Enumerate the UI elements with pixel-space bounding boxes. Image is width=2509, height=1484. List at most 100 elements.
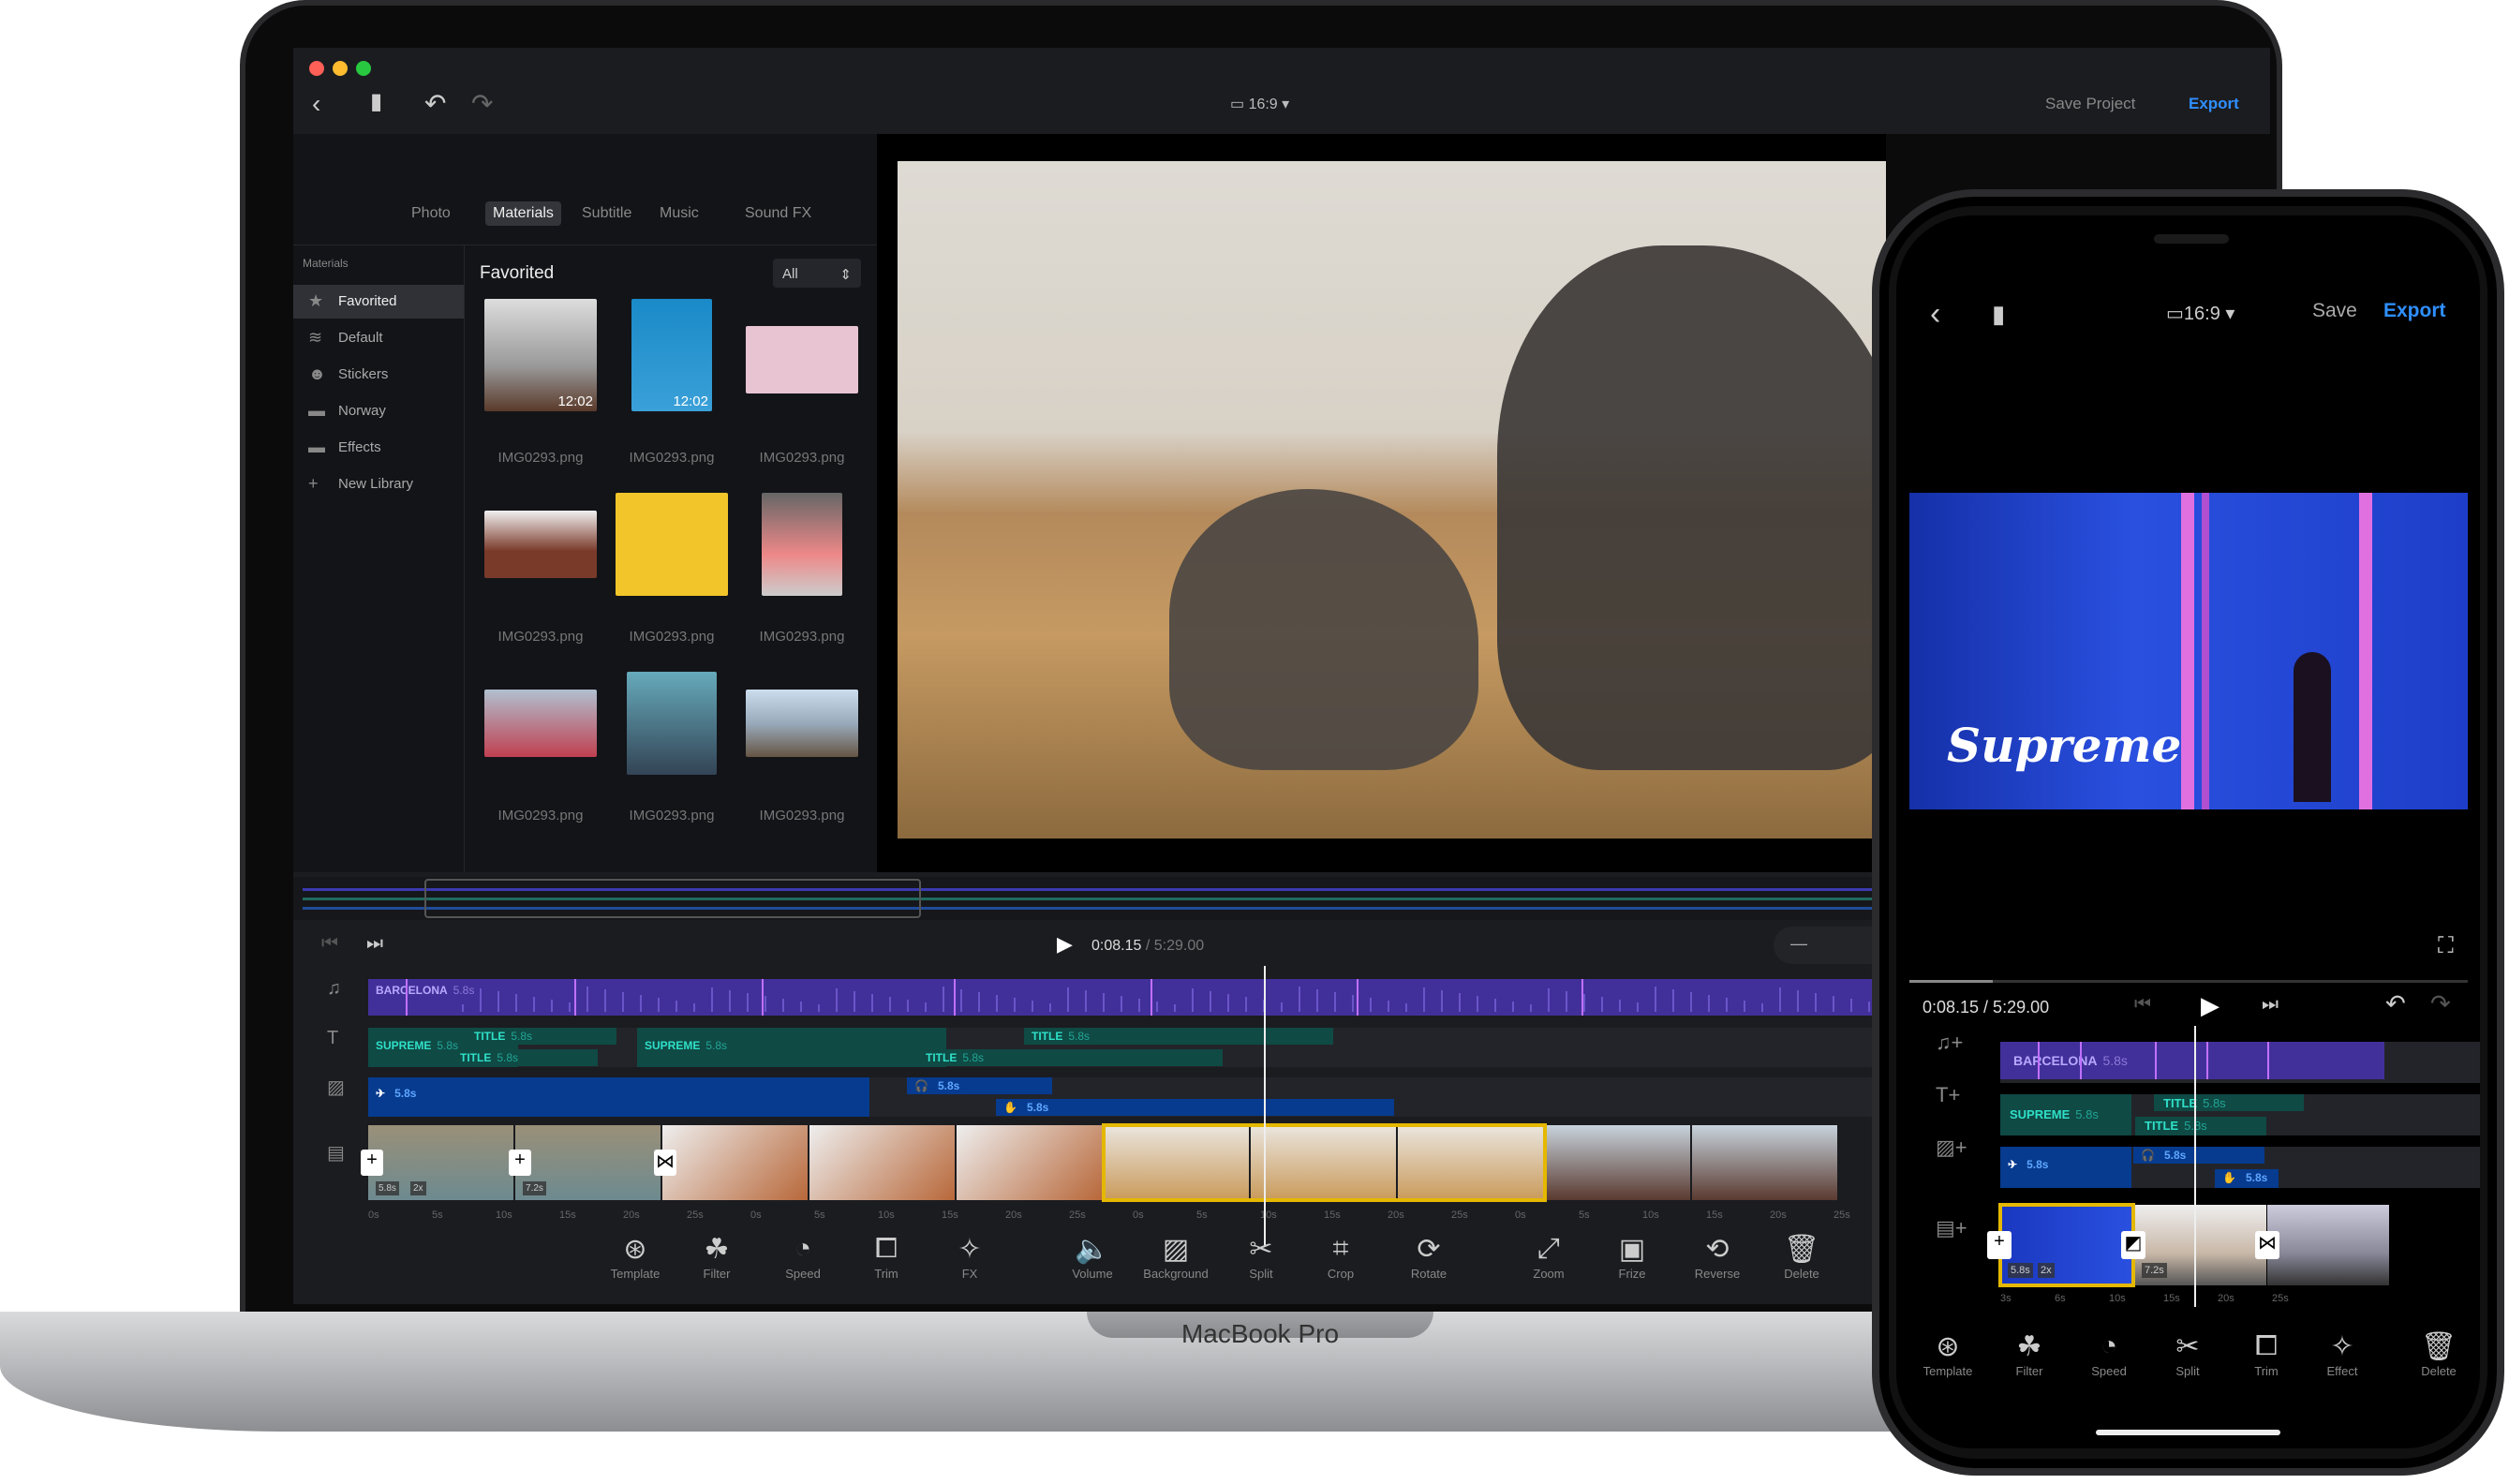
tool-delete[interactable]: 🗑Delete bbox=[1759, 1233, 1844, 1281]
beat-marker[interactable] bbox=[2080, 1042, 2082, 1079]
beat-marker[interactable] bbox=[1151, 979, 1152, 1016]
sidebar-item-default[interactable]: ≋Default bbox=[293, 321, 464, 355]
tool-rotate[interactable]: ⟳Rotate bbox=[1387, 1233, 1471, 1281]
aspect-ratio-dropdown[interactable]: ▭ 16:9 ▾ bbox=[1230, 95, 1289, 113]
tool-reverse[interactable]: ⟲Reverse bbox=[1675, 1233, 1759, 1281]
playhead[interactable] bbox=[2194, 1026, 2196, 1307]
beat-marker[interactable] bbox=[762, 979, 764, 1016]
undo-icon[interactable]: ↶ bbox=[2385, 991, 2406, 1016]
music-clip[interactable]: BARCELONA5.8s bbox=[2000, 1042, 2384, 1079]
beat-marker[interactable] bbox=[406, 979, 408, 1016]
undo-icon[interactable]: ↶ bbox=[424, 91, 446, 117]
beat-marker[interactable] bbox=[2155, 1042, 2157, 1079]
selected-clip-outline[interactable] bbox=[1102, 1123, 1547, 1202]
skip-forward-icon[interactable]: ⏭ bbox=[366, 934, 383, 953]
back-icon[interactable]: ‹ bbox=[1930, 298, 1940, 330]
tab-subtitle[interactable]: Subtitle bbox=[574, 201, 639, 226]
text-track-icon[interactable]: T bbox=[327, 1029, 338, 1047]
save-button[interactable]: Save bbox=[2312, 300, 2357, 322]
sidebar-item-stickers[interactable]: ☻Stickers bbox=[293, 358, 464, 392]
redo-icon[interactable]: ↷ bbox=[2430, 991, 2451, 1016]
media-thumbnail[interactable] bbox=[627, 672, 717, 775]
media-thumbnail[interactable]: 12:02 bbox=[484, 299, 597, 411]
tool-effect[interactable]: ✧Effect bbox=[2300, 1330, 2384, 1378]
export-button[interactable]: Export bbox=[2383, 300, 2446, 322]
close-window-button[interactable] bbox=[309, 61, 324, 76]
media-thumbnail[interactable] bbox=[746, 690, 858, 757]
text-clip[interactable]: TITLE5.8s bbox=[1024, 1028, 1333, 1045]
text-clip[interactable]: TITLE5.8s bbox=[918, 1049, 1223, 1066]
media-thumbnail[interactable] bbox=[484, 511, 597, 578]
clipboard-icon[interactable]: ▮ bbox=[1992, 302, 2005, 326]
text-clip[interactable]: SUPREME5.8s bbox=[637, 1028, 946, 1067]
filter-select[interactable]: All⇕ bbox=[773, 259, 861, 288]
transition-icon[interactable]: ◩ bbox=[2121, 1231, 2145, 1259]
music-track-icon[interactable]: ♫ bbox=[327, 979, 341, 998]
redo-icon[interactable]: ↷ bbox=[471, 91, 493, 117]
beat-marker[interactable] bbox=[2267, 1042, 2269, 1079]
tab-sound-fx[interactable]: Sound FX bbox=[737, 201, 819, 226]
tool-split[interactable]: ✂Split bbox=[1219, 1233, 1303, 1281]
tool-frize[interactable]: ▣Frize bbox=[1590, 1233, 1674, 1281]
text-clip[interactable]: TITLE5.8s bbox=[2154, 1094, 2304, 1111]
skip-back-icon[interactable]: ⏮ bbox=[2134, 995, 2151, 1014]
transition-icon[interactable]: ⋈ bbox=[2255, 1231, 2279, 1259]
sticker-clip[interactable]: ✋5.8s bbox=[996, 1099, 1394, 1116]
add-transition-button[interactable]: + bbox=[361, 1150, 383, 1176]
video-clip-frame[interactable] bbox=[957, 1125, 1102, 1200]
skip-forward-icon[interactable]: ⏭ bbox=[2262, 995, 2279, 1014]
play-button[interactable]: ▶ bbox=[2201, 993, 2220, 1017]
save-project-button[interactable]: Save Project bbox=[2045, 95, 2135, 113]
tool-split[interactable]: ✂Split bbox=[2145, 1330, 2230, 1378]
sidebar-item-norway[interactable]: ▬Norway bbox=[293, 394, 464, 428]
media-thumbnail[interactable] bbox=[746, 326, 858, 393]
play-button[interactable]: ▶ bbox=[1057, 934, 1073, 955]
beat-marker[interactable] bbox=[2206, 1042, 2208, 1079]
video-clip-frame[interactable] bbox=[662, 1125, 808, 1200]
tool-template[interactable]: ⊛Template bbox=[1906, 1330, 1990, 1378]
music-track-icon[interactable]: ♫+ bbox=[1936, 1032, 1963, 1053]
phone-progress[interactable] bbox=[1909, 980, 2468, 983]
tool-template[interactable]: ⊛Template bbox=[593, 1233, 677, 1281]
media-thumbnail[interactable]: 12:02 bbox=[631, 299, 712, 411]
beat-marker[interactable] bbox=[2038, 1042, 2040, 1079]
text-track-icon[interactable]: T+ bbox=[1936, 1085, 1960, 1106]
tool-delete[interactable]: 🗑Delete bbox=[2397, 1330, 2480, 1378]
overview-strip[interactable] bbox=[293, 877, 1886, 920]
beat-marker[interactable] bbox=[1581, 979, 1583, 1016]
video-clip-frame[interactable] bbox=[1545, 1125, 1690, 1200]
home-indicator[interactable] bbox=[2096, 1430, 2280, 1435]
video-clip-frame[interactable] bbox=[2267, 1205, 2389, 1285]
aspect-ratio-dropdown[interactable]: ▭16:9 ▾ bbox=[2166, 302, 2234, 325]
tool-crop[interactable]: ⌗Crop bbox=[1299, 1233, 1383, 1281]
tool-volume[interactable]: 🔈Volume bbox=[1050, 1233, 1135, 1281]
sticker-track-icon[interactable]: ▨+ bbox=[1936, 1137, 1967, 1158]
tool-filter[interactable]: ☘Filter bbox=[675, 1233, 759, 1281]
sticker-clip[interactable]: ✈5.8s bbox=[2000, 1147, 2131, 1188]
video-clip-frame[interactable] bbox=[1692, 1125, 1837, 1200]
media-thumbnail[interactable] bbox=[616, 493, 728, 596]
video-clip-frame[interactable] bbox=[809, 1125, 955, 1200]
beat-marker[interactable] bbox=[1357, 979, 1358, 1016]
overview-viewport-handle[interactable] bbox=[424, 879, 921, 918]
add-transition-button[interactable]: + bbox=[1987, 1231, 2012, 1259]
tool-trim[interactable]: ⧠Trim bbox=[844, 1233, 928, 1281]
beat-marker[interactable] bbox=[574, 979, 576, 1016]
sidebar-item-favorited[interactable]: ★Favorited bbox=[293, 285, 464, 319]
maximize-window-button[interactable] bbox=[356, 61, 371, 76]
sticker-clip[interactable]: 🎧5.8s bbox=[2133, 1147, 2264, 1164]
clipboard-icon[interactable]: ▮ bbox=[370, 91, 382, 113]
text-clip[interactable]: SUPREME5.8s bbox=[2000, 1094, 2131, 1135]
fullscreen-icon[interactable]: ⛶ bbox=[2438, 935, 2454, 957]
tool-trim[interactable]: ⧠Trim bbox=[2224, 1330, 2309, 1378]
tool-filter[interactable]: ☘Filter bbox=[1987, 1330, 2071, 1378]
text-clip[interactable]: TITLE5.8s bbox=[453, 1049, 598, 1066]
export-button[interactable]: Export bbox=[2189, 95, 2239, 113]
minimize-window-button[interactable] bbox=[333, 61, 348, 76]
sticker-track-icon[interactable]: ▨ bbox=[327, 1078, 345, 1097]
music-clip[interactable]: BARCELONA5.8s bbox=[368, 979, 1886, 1016]
zoom-slider[interactable]: — bbox=[1774, 927, 1886, 964]
text-clip[interactable]: TITLE5.8s bbox=[2135, 1117, 2266, 1135]
skip-back-icon[interactable]: ⏮ bbox=[321, 934, 338, 953]
tab-music[interactable]: Music bbox=[652, 201, 706, 226]
